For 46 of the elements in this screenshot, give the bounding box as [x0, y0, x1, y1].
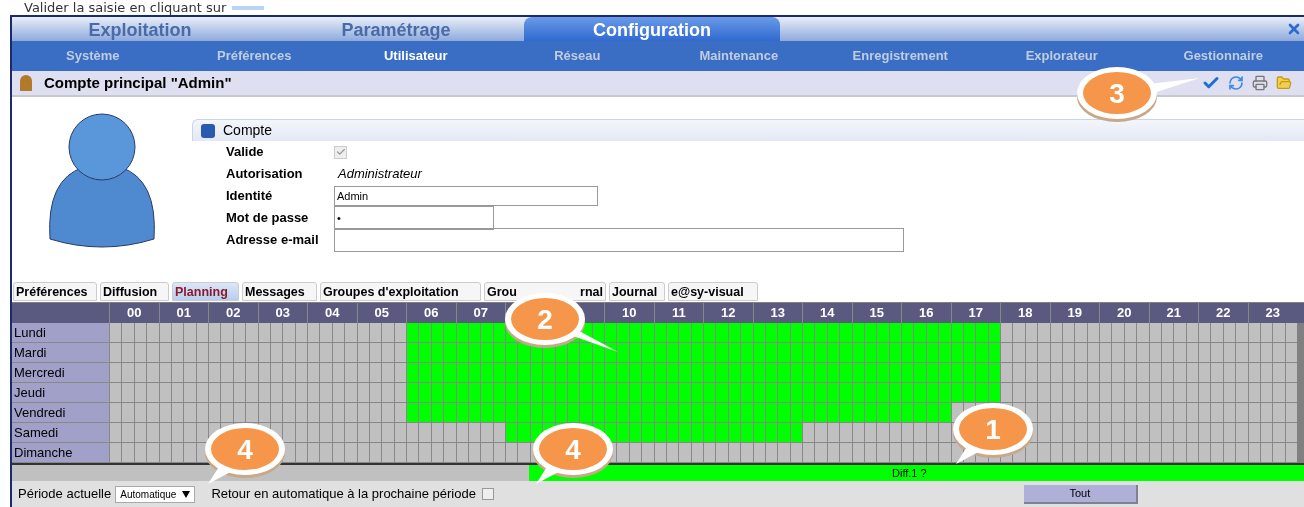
field-label: Autorisation — [226, 165, 304, 184]
checkbox[interactable] — [481, 488, 494, 500]
section-title: Compte — [223, 121, 273, 140]
link-placeholder — [232, 5, 265, 10]
printer-icon[interactable] — [1252, 75, 1268, 91]
callout-tooltip: 4 — [533, 423, 613, 484]
diffusion-label: Diff.1 ? — [892, 466, 927, 481]
day-label[interactable]: Lundi — [12, 323, 109, 343]
tab[interactable]: Préférences — [13, 282, 97, 301]
day-label[interactable]: Mercredi — [12, 363, 109, 383]
caret-icon — [182, 490, 191, 498]
callout-tooltip: 1 — [953, 403, 1033, 464]
period-dropdown[interactable]: Automatique — [115, 485, 196, 503]
return-label: Retour en automatique à la prochaine période — [211, 485, 476, 504]
main-tab[interactable]: Configuration — [524, 17, 780, 41]
day-label[interactable]: Vendredi — [12, 403, 109, 423]
day-label[interactable]: Dimanche — [12, 443, 109, 463]
callout-tooltip: 3 — [1077, 67, 1200, 122]
field-value: Administrateur — [338, 165, 422, 184]
day-label[interactable]: Mardi — [12, 343, 109, 363]
field-label: Adresse e-mail — [226, 231, 320, 250]
all-button[interactable]: Tout — [1023, 484, 1138, 504]
close-icon[interactable] — [1286, 21, 1302, 37]
tab[interactable]: Journal — [609, 282, 665, 301]
day-label[interactable]: Jeudi — [12, 383, 109, 403]
input-field[interactable]: • — [334, 206, 494, 230]
tab[interactable]: Planning — [172, 282, 239, 301]
field-label: Identité — [226, 187, 274, 206]
tab[interactable]: e@sy-visual — [668, 282, 758, 301]
instruction-text: Valider la saisie en cliquant sur — [24, 0, 227, 15]
page-title: Compte principal "Admin" — [44, 72, 232, 93]
refresh-icon[interactable] — [1228, 75, 1244, 91]
diffusion-bar[interactable]: Diff.1 ? — [12, 463, 1304, 481]
field-label: Mot de passe — [226, 209, 310, 228]
period-label: Période actuelle — [18, 485, 112, 504]
tab[interactable]: Diffusion — [100, 282, 169, 301]
input-field[interactable]: Admin — [334, 186, 598, 206]
field-label: Valide — [226, 143, 265, 162]
input-field[interactable] — [334, 228, 904, 252]
user-group-icon — [201, 123, 215, 138]
callout-tooltip: 4 — [205, 423, 285, 484]
day-label[interactable]: Samedi — [12, 423, 109, 443]
tab[interactable]: Messages — [242, 282, 317, 301]
tab[interactable]: Groupes d'exploitation — [320, 282, 481, 301]
folder-icon[interactable] — [1276, 75, 1292, 91]
sub-tab[interactable]: Utilisateur — [335, 46, 497, 66]
